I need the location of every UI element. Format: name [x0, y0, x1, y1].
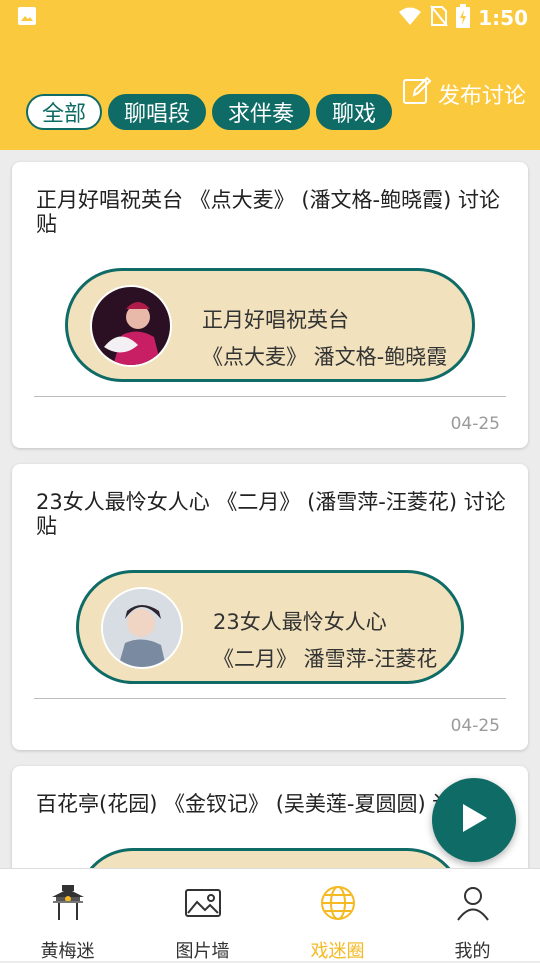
tab-fan-circle[interactable]: 戏迷圈 [270, 869, 405, 962]
filter-request-accompaniment[interactable]: 求伴奏 [212, 94, 311, 130]
filter-all[interactable]: 全部 [26, 94, 103, 130]
song-card[interactable]: 23女人最怜女人心 《二月》 潘雪萍-汪菱花 [76, 570, 464, 684]
song-title: 23女人最怜女人心 [213, 610, 387, 634]
status-bar: 1:50 [0, 0, 540, 36]
tab-huangmeimi[interactable]: 黄梅迷 [0, 869, 135, 962]
tab-label: 图片墙 [175, 941, 230, 962]
filter-talk-arias[interactable]: 聊唱段 [108, 94, 207, 130]
tab-picture-wall[interactable]: 图片墙 [135, 869, 270, 962]
publish-label: 发布讨论 [437, 84, 526, 109]
post-title: 23女人最怜女人心 《二月》 (潘雪萍-汪菱花) 讨论贴 [36, 490, 506, 538]
song-card[interactable] [76, 848, 464, 868]
card-divider [34, 698, 506, 699]
tab-mine[interactable]: 我的 [405, 869, 540, 962]
song-title: 正月好唱祝英台 [202, 308, 349, 332]
discussion-card[interactable]: 23女人最怜女人心 《二月》 (潘雪萍-汪菱花) 讨论贴 23女人最怜女人心 《… [12, 464, 528, 750]
bottom-tab-bar: 黄梅迷 图片墙 戏迷圈 我的 [0, 868, 540, 962]
publish-discussion-button[interactable]: 发布讨论 [402, 76, 526, 112]
song-subtitle: 《点大麦》 潘文格-鲍晓霞 [202, 345, 448, 369]
filter-talk-opera[interactable]: 聊戏 [316, 94, 393, 130]
performer-avatar [90, 285, 172, 367]
image-icon [183, 883, 223, 927]
edit-icon [402, 76, 432, 112]
play-button[interactable] [432, 778, 516, 862]
card-divider [34, 396, 506, 397]
pavilion-icon [48, 883, 88, 927]
post-title: 正月好唱祝英台 《点大麦》 (潘文格-鲍晓霞) 讨论贴 [36, 188, 500, 236]
person-icon [453, 883, 493, 927]
tab-label: 戏迷圈 [310, 941, 365, 962]
play-icon [459, 802, 489, 838]
song-subtitle: 《二月》 潘雪萍-汪菱花 [213, 647, 438, 671]
no-sim-icon [430, 4, 449, 32]
wifi-icon [398, 6, 422, 31]
header: 发布讨论 全部 聊唱段 求伴奏 聊戏 [0, 36, 540, 150]
tab-label: 我的 [454, 941, 491, 962]
discussion-card[interactable]: 正月好唱祝英台 《点大麦》 (潘文格-鲍晓霞) 讨论贴 正月好唱祝英台 《点大麦… [12, 162, 528, 448]
performer-avatar [101, 587, 183, 669]
globe-icon [318, 883, 358, 927]
status-time: 1:50 [478, 6, 528, 30]
battery-charging-icon [456, 3, 471, 33]
gallery-notification-icon [16, 5, 38, 31]
tab-label: 黄梅迷 [40, 941, 95, 962]
discussion-feed[interactable]: 正月好唱祝英台 《点大麦》 (潘文格-鲍晓霞) 讨论贴 正月好唱祝英台 《点大麦… [0, 150, 540, 868]
filter-chips: 全部 聊唱段 求伴奏 聊戏 [26, 94, 393, 130]
post-date: 04-25 [450, 414, 500, 434]
post-date: 04-25 [450, 716, 500, 736]
song-card[interactable]: 正月好唱祝英台 《点大麦》 潘文格-鲍晓霞 [65, 268, 475, 382]
